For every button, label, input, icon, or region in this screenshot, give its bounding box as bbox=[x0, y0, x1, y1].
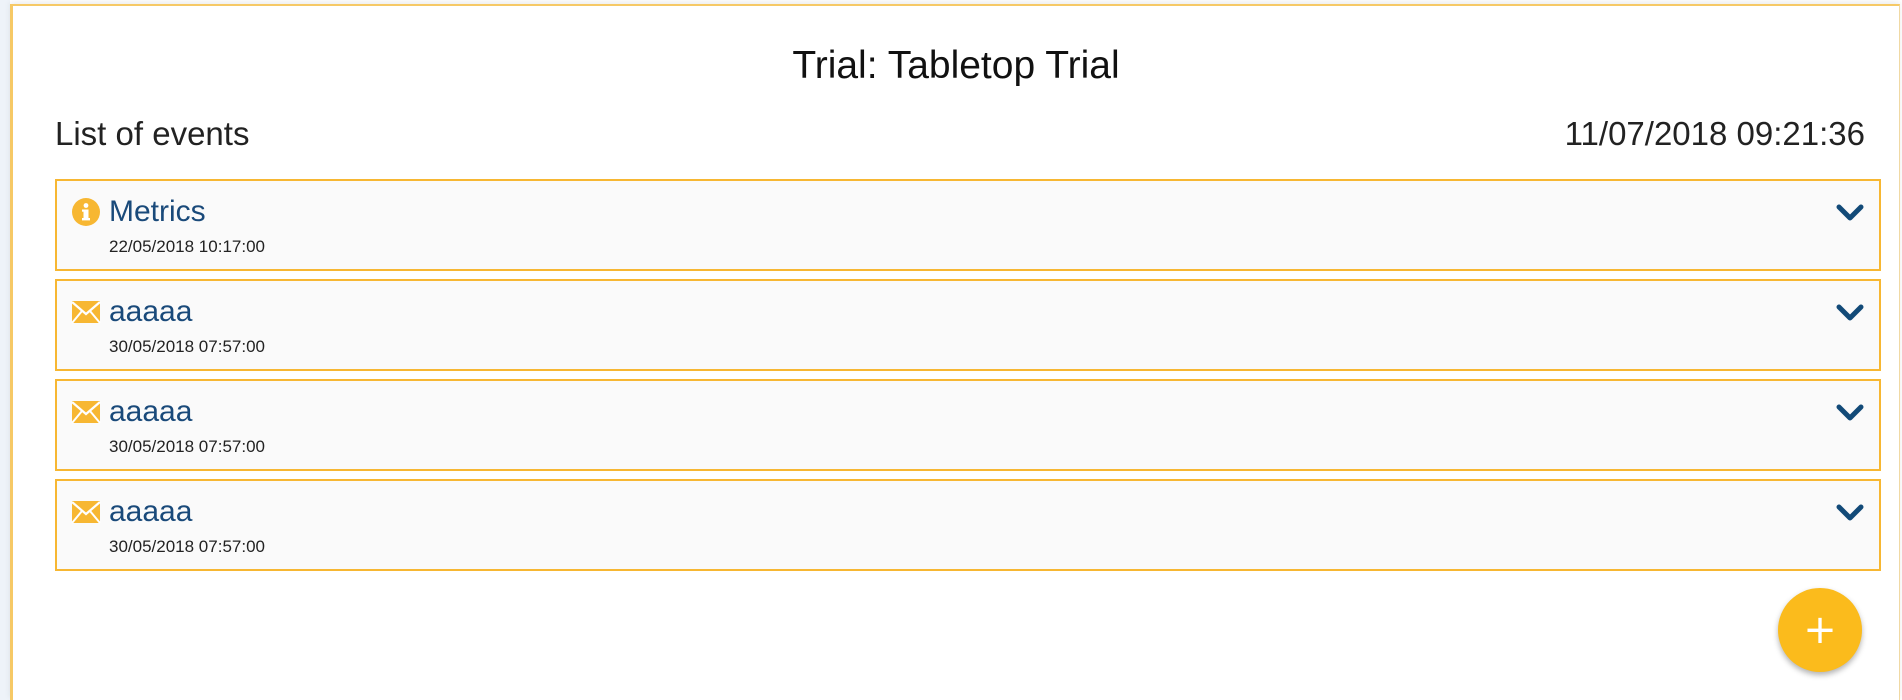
event-timestamp: 30/05/2018 07:57:00 bbox=[109, 537, 265, 556]
page-title: Trial: Tabletop Trial bbox=[792, 44, 1120, 87]
left-edge-strip bbox=[0, 0, 10, 700]
event-item[interactable]: aaaaa 30/05/2018 07:57:00 bbox=[55, 379, 1881, 471]
event-title: aaaaa bbox=[109, 395, 193, 428]
chevron-down-icon[interactable] bbox=[1835, 401, 1865, 425]
event-timestamp: 30/05/2018 07:57:00 bbox=[109, 337, 265, 356]
event-list: Metrics 22/05/2018 10:17:00 aaaaa 30/05/… bbox=[55, 179, 1881, 579]
envelope-icon bbox=[71, 501, 101, 524]
event-title: aaaaa bbox=[109, 495, 193, 528]
event-item[interactable]: Metrics 22/05/2018 10:17:00 bbox=[55, 179, 1881, 271]
envelope-icon bbox=[71, 401, 101, 424]
main-panel: Trial: Tabletop Trial List of events 11/… bbox=[10, 4, 1900, 700]
plus-icon: + bbox=[1803, 607, 1837, 653]
list-header: List of events 11/07/2018 09:21:36 bbox=[55, 114, 1865, 154]
event-item[interactable]: aaaaa 30/05/2018 07:57:00 bbox=[55, 479, 1881, 571]
event-item[interactable]: aaaaa 30/05/2018 07:57:00 bbox=[55, 279, 1881, 371]
current-time: 11/07/2018 09:21:36 bbox=[1564, 115, 1865, 152]
chevron-down-icon[interactable] bbox=[1835, 301, 1865, 325]
event-title: aaaaa bbox=[109, 295, 193, 328]
event-title: Metrics bbox=[109, 195, 206, 228]
envelope-icon bbox=[71, 301, 101, 324]
add-event-button[interactable]: + bbox=[1778, 588, 1862, 672]
chevron-down-icon[interactable] bbox=[1835, 201, 1865, 225]
list-title: List of events bbox=[55, 115, 250, 152]
event-timestamp: 22/05/2018 10:17:00 bbox=[109, 237, 265, 256]
info-icon bbox=[72, 198, 100, 226]
chevron-down-icon[interactable] bbox=[1835, 501, 1865, 525]
event-timestamp: 30/05/2018 07:57:00 bbox=[109, 437, 265, 456]
